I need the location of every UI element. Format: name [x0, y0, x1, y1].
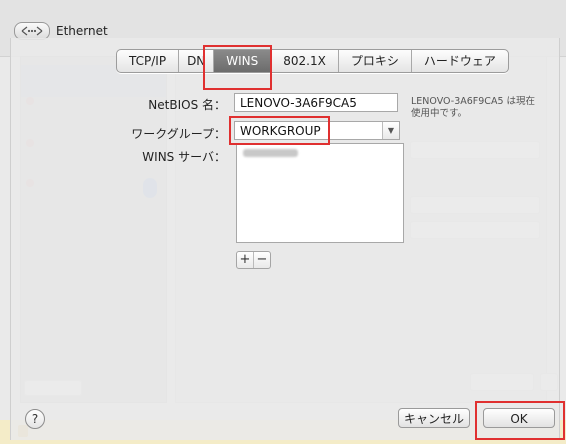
workgroup-label: ワークグループ：: [131, 127, 226, 141]
workgroup-combo[interactable]: WORKGROUP ▼: [234, 121, 400, 140]
tab-wins[interactable]: WINS: [214, 50, 272, 72]
remove-server-button[interactable]: −: [254, 252, 270, 268]
cancel-button[interactable]: キャンセル: [398, 408, 470, 428]
wins-server-entry-redacted[interactable]: [243, 149, 298, 157]
netbios-label: NetBIOS 名：: [148, 98, 226, 112]
tab-8021x[interactable]: 802.1X: [271, 50, 339, 72]
help-button[interactable]: ?: [25, 409, 45, 429]
tab-bar: TCP/IP DN WINS 802.1X プロキシ ハードウェア: [116, 49, 509, 73]
tab-proxy[interactable]: プロキシ: [339, 50, 412, 72]
wins-server-list[interactable]: [236, 143, 404, 243]
tab-tcpip[interactable]: TCP/IP: [117, 50, 180, 72]
wins-server-label: WINS サーバ：: [142, 150, 226, 164]
add-server-button[interactable]: +: [237, 252, 254, 268]
window-title-text: Ethernet: [56, 24, 108, 38]
tab-dns[interactable]: DN: [179, 50, 215, 72]
ok-button[interactable]: OK: [483, 408, 555, 428]
wins-list-controls: + −: [236, 251, 271, 269]
netbios-name-field[interactable]: LENOVO-3A6F9CA5: [234, 93, 398, 112]
workgroup-value: WORKGROUP: [240, 124, 321, 138]
tab-hardware[interactable]: ハードウェア: [412, 50, 508, 72]
chevron-down-icon[interactable]: ▼: [382, 122, 399, 139]
netbios-status-text: LENOVO-3A6F9CA5 は現在使用中です。: [411, 96, 536, 119]
